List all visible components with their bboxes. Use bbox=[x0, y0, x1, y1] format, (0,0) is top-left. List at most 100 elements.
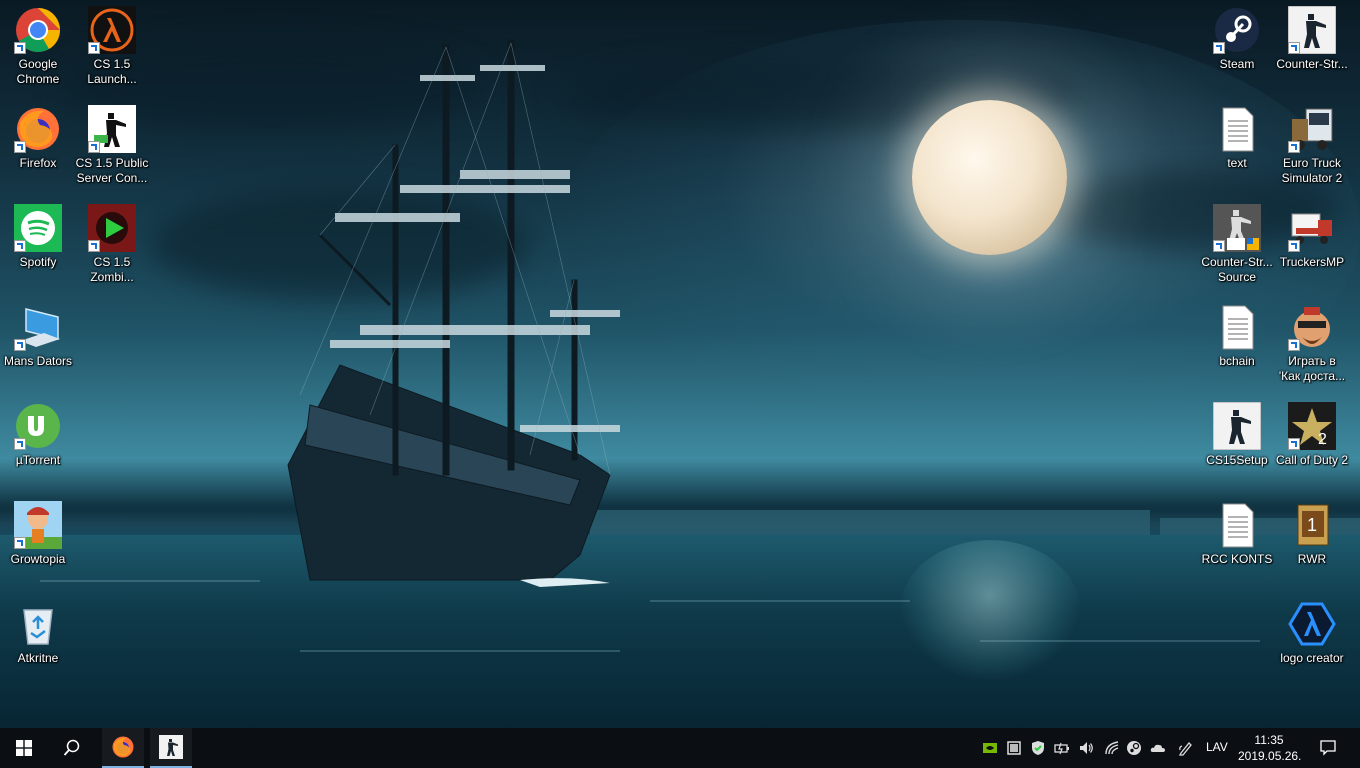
shortcut-arrow-icon bbox=[1213, 42, 1225, 54]
start-button[interactable] bbox=[0, 728, 48, 768]
firefox-icon bbox=[14, 105, 62, 153]
shortcut-arrow-icon bbox=[1288, 42, 1300, 54]
icon-label: CS 1.5 Public Server Con... bbox=[75, 156, 149, 185]
cs-source-icon bbox=[1213, 204, 1261, 252]
desktop-icon-play-game[interactable]: Играть в 'Как доста... bbox=[1274, 297, 1350, 393]
icon-label: TruckersMP bbox=[1279, 255, 1345, 269]
shortcut-arrow-icon bbox=[1288, 240, 1300, 252]
icon-label: Call of Duty 2 bbox=[1275, 453, 1349, 467]
counter-strike-icon bbox=[159, 735, 183, 759]
recycle-bin-icon bbox=[14, 600, 62, 648]
power-icon[interactable] bbox=[1054, 740, 1070, 756]
desktop-icon-logo-creator[interactable]: logo creator bbox=[1274, 594, 1350, 690]
desktop-icon-growtopia[interactable]: Growtopia bbox=[0, 495, 76, 591]
desktop-icon-cs-public-server[interactable]: CS 1.5 Public Server Con... bbox=[74, 99, 150, 195]
text-file-icon bbox=[1213, 303, 1261, 351]
volume-icon[interactable] bbox=[1078, 740, 1094, 756]
biohazard-play-icon bbox=[88, 204, 136, 252]
icon-label: µTorrent bbox=[15, 453, 61, 467]
sea bbox=[0, 535, 1360, 728]
clock-time: 11:35 bbox=[1254, 733, 1284, 747]
steam-tray-icon[interactable] bbox=[1126, 740, 1142, 756]
icon-label: Euro Truck Simulator 2 bbox=[1281, 156, 1343, 185]
spotify-icon bbox=[14, 204, 62, 252]
icon-label: CS15Setup bbox=[1206, 453, 1268, 467]
shortcut-arrow-icon bbox=[14, 339, 26, 351]
desktop-icon-cs15setup[interactable]: CS15Setup bbox=[1199, 396, 1275, 492]
taskbar: LAV 11:35 2019.05.26. bbox=[0, 728, 1360, 768]
input-language-indicator[interactable]: LAV bbox=[1206, 740, 1228, 754]
desktop-icon-counter-strike-source[interactable]: Counter-Str... Source bbox=[1199, 198, 1275, 294]
wifi-icon[interactable] bbox=[1104, 740, 1120, 756]
this-pc-icon bbox=[14, 303, 62, 351]
security-shield-icon[interactable] bbox=[1030, 740, 1046, 756]
desktop-wallpaper bbox=[0, 0, 1360, 728]
desktop-icon-counter-strike[interactable]: Counter-Str... bbox=[1274, 0, 1350, 96]
desktop-icon-utorrent[interactable]: µTorrent bbox=[0, 396, 76, 492]
shortcut-arrow-icon bbox=[14, 42, 26, 54]
game-character-icon bbox=[1288, 303, 1336, 351]
icon-label: RCC KONTS bbox=[1201, 552, 1273, 566]
taskbar-counter-strike-button[interactable] bbox=[150, 728, 192, 768]
desktop-icon-cs-zombie[interactable]: CS 1.5 Zombi... bbox=[74, 198, 150, 294]
icon-label: Firefox bbox=[19, 156, 57, 170]
storage-icon[interactable] bbox=[1006, 740, 1022, 756]
shortcut-arrow-icon bbox=[14, 141, 26, 153]
taskbar-firefox-button[interactable] bbox=[102, 728, 144, 768]
shortcut-arrow-icon bbox=[1288, 141, 1300, 153]
nvidia-icon[interactable] bbox=[982, 740, 998, 756]
desktop-icon-bchain[interactable]: bchain bbox=[1199, 297, 1275, 393]
icon-label: RWR bbox=[1297, 552, 1327, 566]
action-center-button[interactable] bbox=[1310, 728, 1346, 768]
steam-icon bbox=[1213, 6, 1261, 54]
growtopia-icon bbox=[14, 501, 62, 549]
counter-strike-icon bbox=[1287, 5, 1337, 55]
desktop-icon-google-chrome[interactable]: Google Chrome bbox=[0, 0, 76, 96]
action-center-icon bbox=[1320, 740, 1336, 756]
desktop-icon-recycle-bin[interactable]: Atkritne bbox=[0, 594, 76, 690]
firefox-icon bbox=[112, 736, 134, 758]
desktop-icon-call-of-duty-2[interactable]: 2 Call of Duty 2 bbox=[1274, 396, 1350, 492]
utorrent-icon bbox=[14, 402, 62, 450]
desktop-icon-text[interactable]: text bbox=[1199, 99, 1275, 195]
search-button[interactable] bbox=[48, 728, 96, 768]
wave bbox=[980, 640, 1260, 642]
desktop-icon-rwr[interactable]: 1 RWR bbox=[1274, 495, 1350, 591]
clock[interactable]: 11:35 2019.05.26. bbox=[1238, 732, 1302, 764]
desktop-icon-spotify[interactable]: Spotify bbox=[0, 198, 76, 294]
icon-label: Google Chrome bbox=[16, 57, 60, 86]
desktop-icon-truckersmp[interactable]: TruckersMP bbox=[1274, 198, 1350, 294]
distant-coast bbox=[590, 510, 1150, 536]
euro-truck-icon bbox=[1288, 105, 1336, 153]
chrome-icon bbox=[14, 6, 62, 54]
desktop-icon-cs-launcher[interactable]: CS 1.5 Launch... bbox=[74, 0, 150, 96]
shortcut-arrow-icon bbox=[88, 42, 100, 54]
counter-strike-setup-icon bbox=[1212, 401, 1262, 451]
desktop-icon-firefox[interactable]: Firefox bbox=[0, 99, 76, 195]
desktop-icon-rcc-konts[interactable]: RCC KONTS bbox=[1199, 495, 1275, 591]
wave bbox=[300, 650, 620, 652]
text-file-icon bbox=[1213, 105, 1261, 153]
onedrive-icon[interactable] bbox=[1150, 740, 1166, 756]
windows-start-icon bbox=[16, 740, 32, 756]
desktop-icon-steam[interactable]: Steam bbox=[1199, 0, 1275, 96]
icon-label: CS 1.5 Zombi... bbox=[90, 255, 134, 284]
icon-label: Spotify bbox=[19, 255, 57, 269]
shortcut-arrow-icon bbox=[1288, 339, 1300, 351]
desktop-icon-euro-truck-simulator-2[interactable]: Euro Truck Simulator 2 bbox=[1274, 99, 1350, 195]
text-file-icon bbox=[1213, 501, 1261, 549]
lambda-logo-icon bbox=[1288, 600, 1336, 648]
pirate-ship bbox=[287, 39, 620, 587]
icon-label: Steam bbox=[1219, 57, 1255, 71]
truckersmp-icon bbox=[1288, 204, 1336, 252]
shortcut-arrow-icon bbox=[1288, 438, 1300, 450]
pen-icon[interactable] bbox=[1178, 740, 1194, 756]
icon-label: Counter-Str... bbox=[1276, 57, 1348, 71]
clock-date: 2019.05.26. bbox=[1238, 749, 1302, 763]
moon bbox=[912, 100, 1067, 255]
shortcut-arrow-icon bbox=[88, 141, 100, 153]
counter-strike-soldier-icon bbox=[88, 105, 136, 153]
icon-label: bchain bbox=[1219, 354, 1255, 368]
desktop-icon-this-pc[interactable]: Mans Dators bbox=[0, 297, 76, 393]
wave bbox=[650, 600, 910, 602]
